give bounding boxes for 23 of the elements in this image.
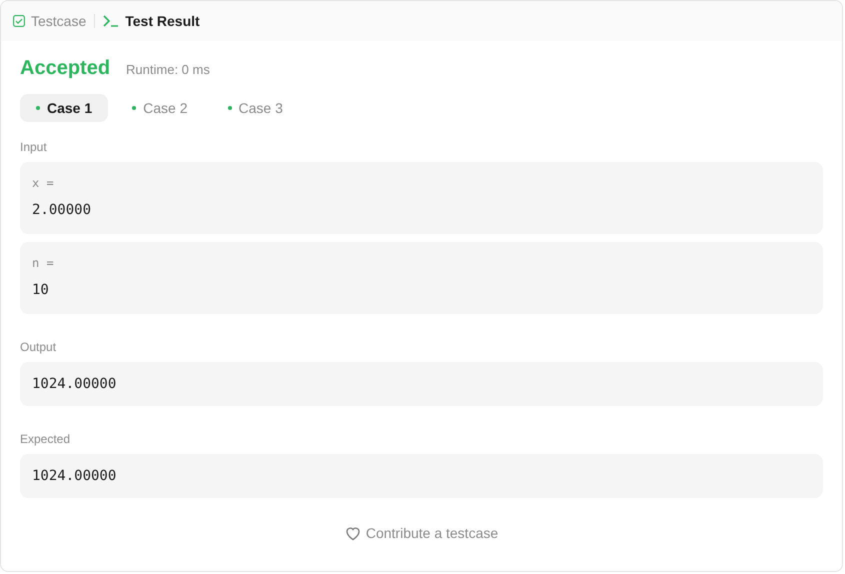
- section-label: Input: [20, 140, 48, 154]
- panel-tab[interactable]: Testcase: [13, 13, 86, 29]
- panel-tab[interactable]: Test Result: [103, 13, 200, 29]
- terminal-icon: [103, 15, 120, 27]
- pass-dot-icon: [132, 106, 136, 110]
- param-value: 2.00000: [32, 201, 92, 220]
- contribute-link[interactable]: Contribute a testcase: [338, 524, 504, 542]
- case-tab[interactable]: Case 3: [212, 94, 299, 122]
- checkbox-icon: [13, 15, 25, 27]
- heart-icon: [344, 526, 361, 540]
- param-name: n =: [32, 256, 55, 270]
- case-tab[interactable]: Case 1: [20, 94, 108, 122]
- pass-dot-icon: [36, 106, 40, 110]
- expected-value: 1024.00000: [32, 467, 118, 486]
- runtime-text: Runtime: 0 ms: [126, 62, 210, 77]
- case-tab[interactable]: Case 2: [116, 94, 204, 122]
- section-label: Expected: [20, 432, 72, 446]
- section-label: Output: [20, 340, 58, 354]
- output-value: 1024.00000: [32, 375, 118, 394]
- param-name: x =: [32, 176, 55, 190]
- param-value: 10: [32, 281, 50, 300]
- status-text: Accepted: [20, 57, 110, 80]
- pass-dot-icon: [228, 106, 232, 110]
